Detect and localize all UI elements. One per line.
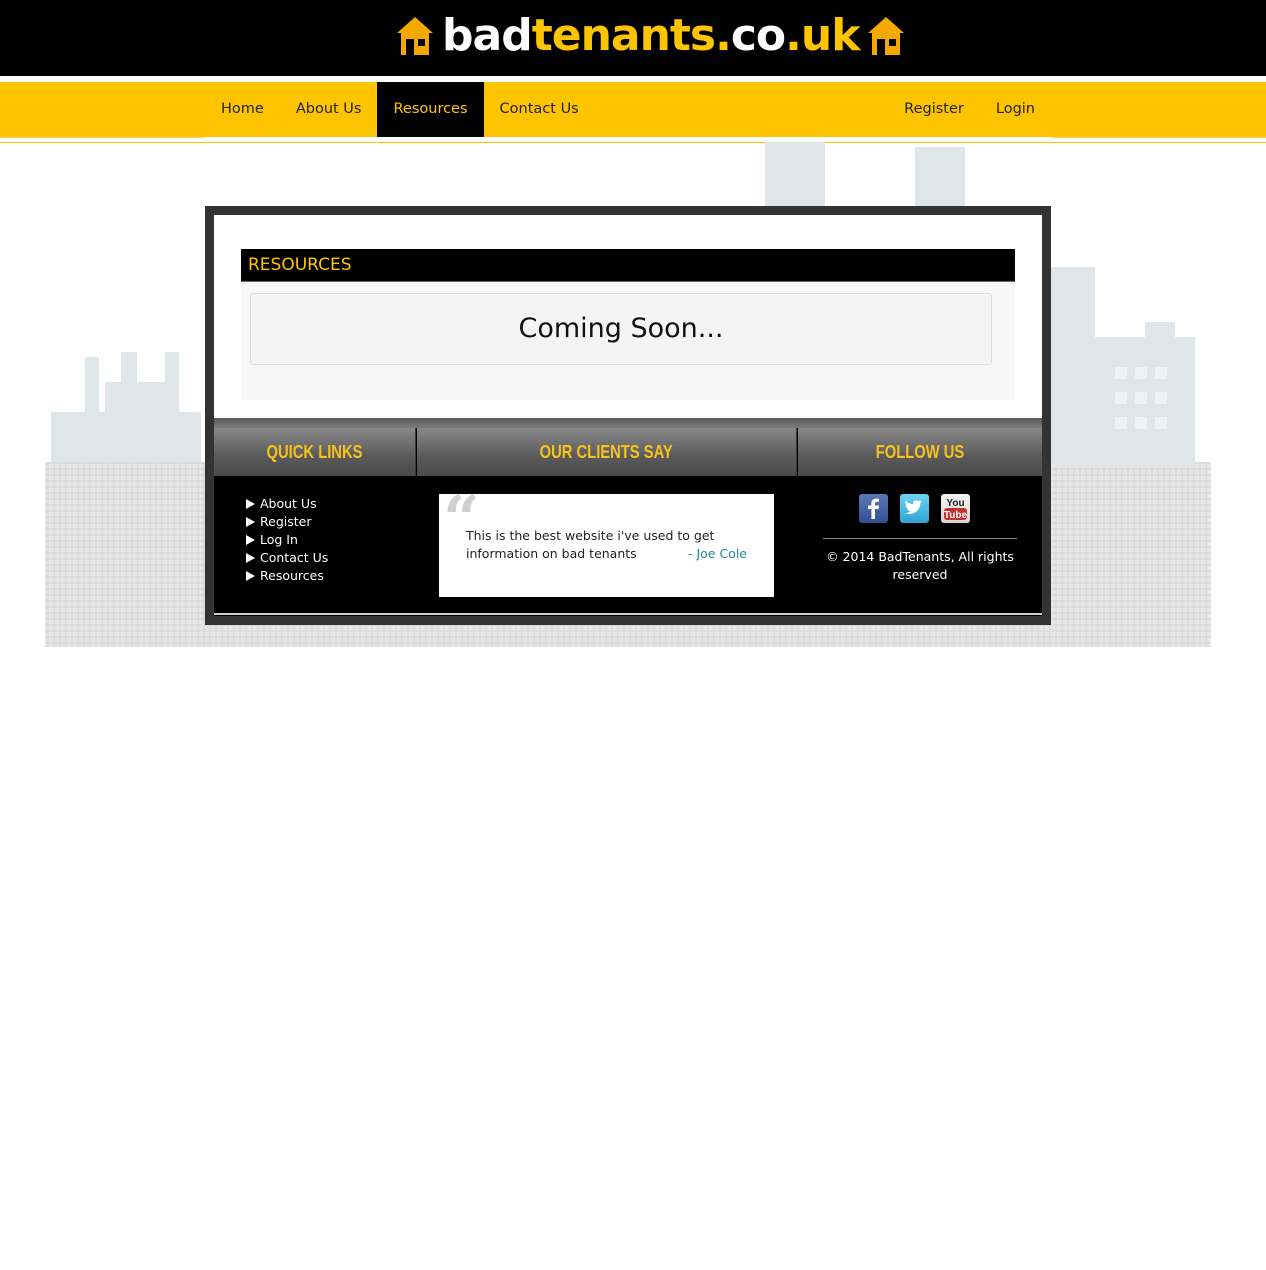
quick-link-resources[interactable]: Resources bbox=[246, 567, 328, 585]
site-logo[interactable]: badtenants.co.uk bbox=[396, 10, 905, 62]
quick-link-label: About Us bbox=[260, 496, 317, 511]
quick-link-label: Resources bbox=[260, 568, 324, 583]
logo-text-co: co bbox=[730, 10, 786, 61]
nav-login[interactable]: Login bbox=[980, 82, 1051, 137]
nav-home[interactable]: Home bbox=[205, 82, 280, 137]
footer-top-strip bbox=[214, 418, 1042, 428]
arrow-right-icon bbox=[246, 535, 255, 545]
section-header: RESOURCES bbox=[241, 249, 1015, 282]
arrow-right-icon bbox=[246, 553, 255, 563]
quick-link-label: Log In bbox=[260, 532, 298, 547]
clients-heading: OUR CLIENTS SAY bbox=[417, 428, 797, 476]
nav-register[interactable]: Register bbox=[888, 82, 980, 137]
quick-link-about-us[interactable]: About Us bbox=[246, 495, 328, 513]
logo-text-uk: .uk bbox=[785, 10, 860, 61]
social-links: You Tube bbox=[859, 494, 970, 523]
nav-left-group: Home About Us Resources Contact Us bbox=[205, 82, 595, 137]
nav-divider bbox=[205, 137, 1051, 138]
twitter-glyph bbox=[905, 500, 923, 515]
follow-divider bbox=[823, 538, 1017, 539]
copyright-text: © 2014 BadTenants, All rights reserved bbox=[826, 549, 1014, 582]
quick-link-log-in[interactable]: Log In bbox=[246, 531, 328, 549]
youtube-icon[interactable]: You Tube bbox=[941, 494, 970, 523]
nav-resources[interactable]: Resources bbox=[377, 82, 484, 137]
svg-text:Tube: Tube bbox=[944, 510, 968, 521]
youtube-glyph: You Tube bbox=[944, 498, 968, 521]
quick-link-label: Contact Us bbox=[260, 550, 329, 565]
arrow-right-icon bbox=[246, 499, 255, 509]
arrow-right-icon bbox=[246, 571, 255, 581]
house-icon bbox=[868, 17, 905, 55]
logo-text-tenants: tenants. bbox=[531, 10, 732, 61]
nav-contact-us[interactable]: Contact Us bbox=[484, 82, 595, 137]
facebook-icon[interactable] bbox=[859, 494, 888, 523]
coming-soon-message: Coming Soon... bbox=[250, 293, 992, 365]
quick-link-label: Register bbox=[260, 514, 312, 529]
site-header: badtenants.co.uk bbox=[0, 0, 1266, 76]
testimonial-author: - Joe Cole bbox=[687, 546, 747, 561]
quick-link-register[interactable]: Register bbox=[246, 513, 328, 531]
logo-text-bad: bad bbox=[442, 10, 533, 61]
site-footer: QUICK LINKS OUR CLIENTS SAY FOLLOW US Ab… bbox=[214, 418, 1042, 616]
nav-right-group: Register Login bbox=[888, 82, 1051, 137]
content-frame: RESOURCES Coming Soon... QUICK LINKS OUR… bbox=[205, 206, 1051, 625]
quick-link-contact-us[interactable]: Contact Us bbox=[246, 549, 328, 567]
footer-bottom-line bbox=[214, 613, 1042, 615]
follow-heading: FOLLOW US bbox=[798, 428, 1042, 476]
main-nav: Home About Us Resources Contact Us Regis… bbox=[0, 82, 1266, 138]
nav-about-us[interactable]: About Us bbox=[280, 82, 378, 137]
content-panel: RESOURCES Coming Soon... QUICK LINKS OUR… bbox=[214, 215, 1042, 616]
twitter-icon[interactable] bbox=[900, 494, 929, 523]
section-title: RESOURCES bbox=[248, 255, 352, 275]
testimonial-box: “ This is the best website i've used to … bbox=[439, 488, 774, 597]
quick-links-list: About Us Register Log In Contact Us Reso… bbox=[246, 495, 328, 585]
follow-title: FOLLOW US bbox=[875, 442, 965, 462]
arrow-right-icon bbox=[246, 517, 255, 527]
svg-text:You: You bbox=[946, 498, 964, 509]
quick-links-title: QUICK LINKS bbox=[266, 442, 363, 462]
quick-links-heading: QUICK LINKS bbox=[214, 428, 416, 476]
facebook-glyph bbox=[868, 498, 879, 519]
section-body: Coming Soon... bbox=[241, 282, 1015, 400]
house-icon bbox=[397, 17, 433, 55]
clients-title: OUR CLIENTS SAY bbox=[539, 442, 674, 462]
